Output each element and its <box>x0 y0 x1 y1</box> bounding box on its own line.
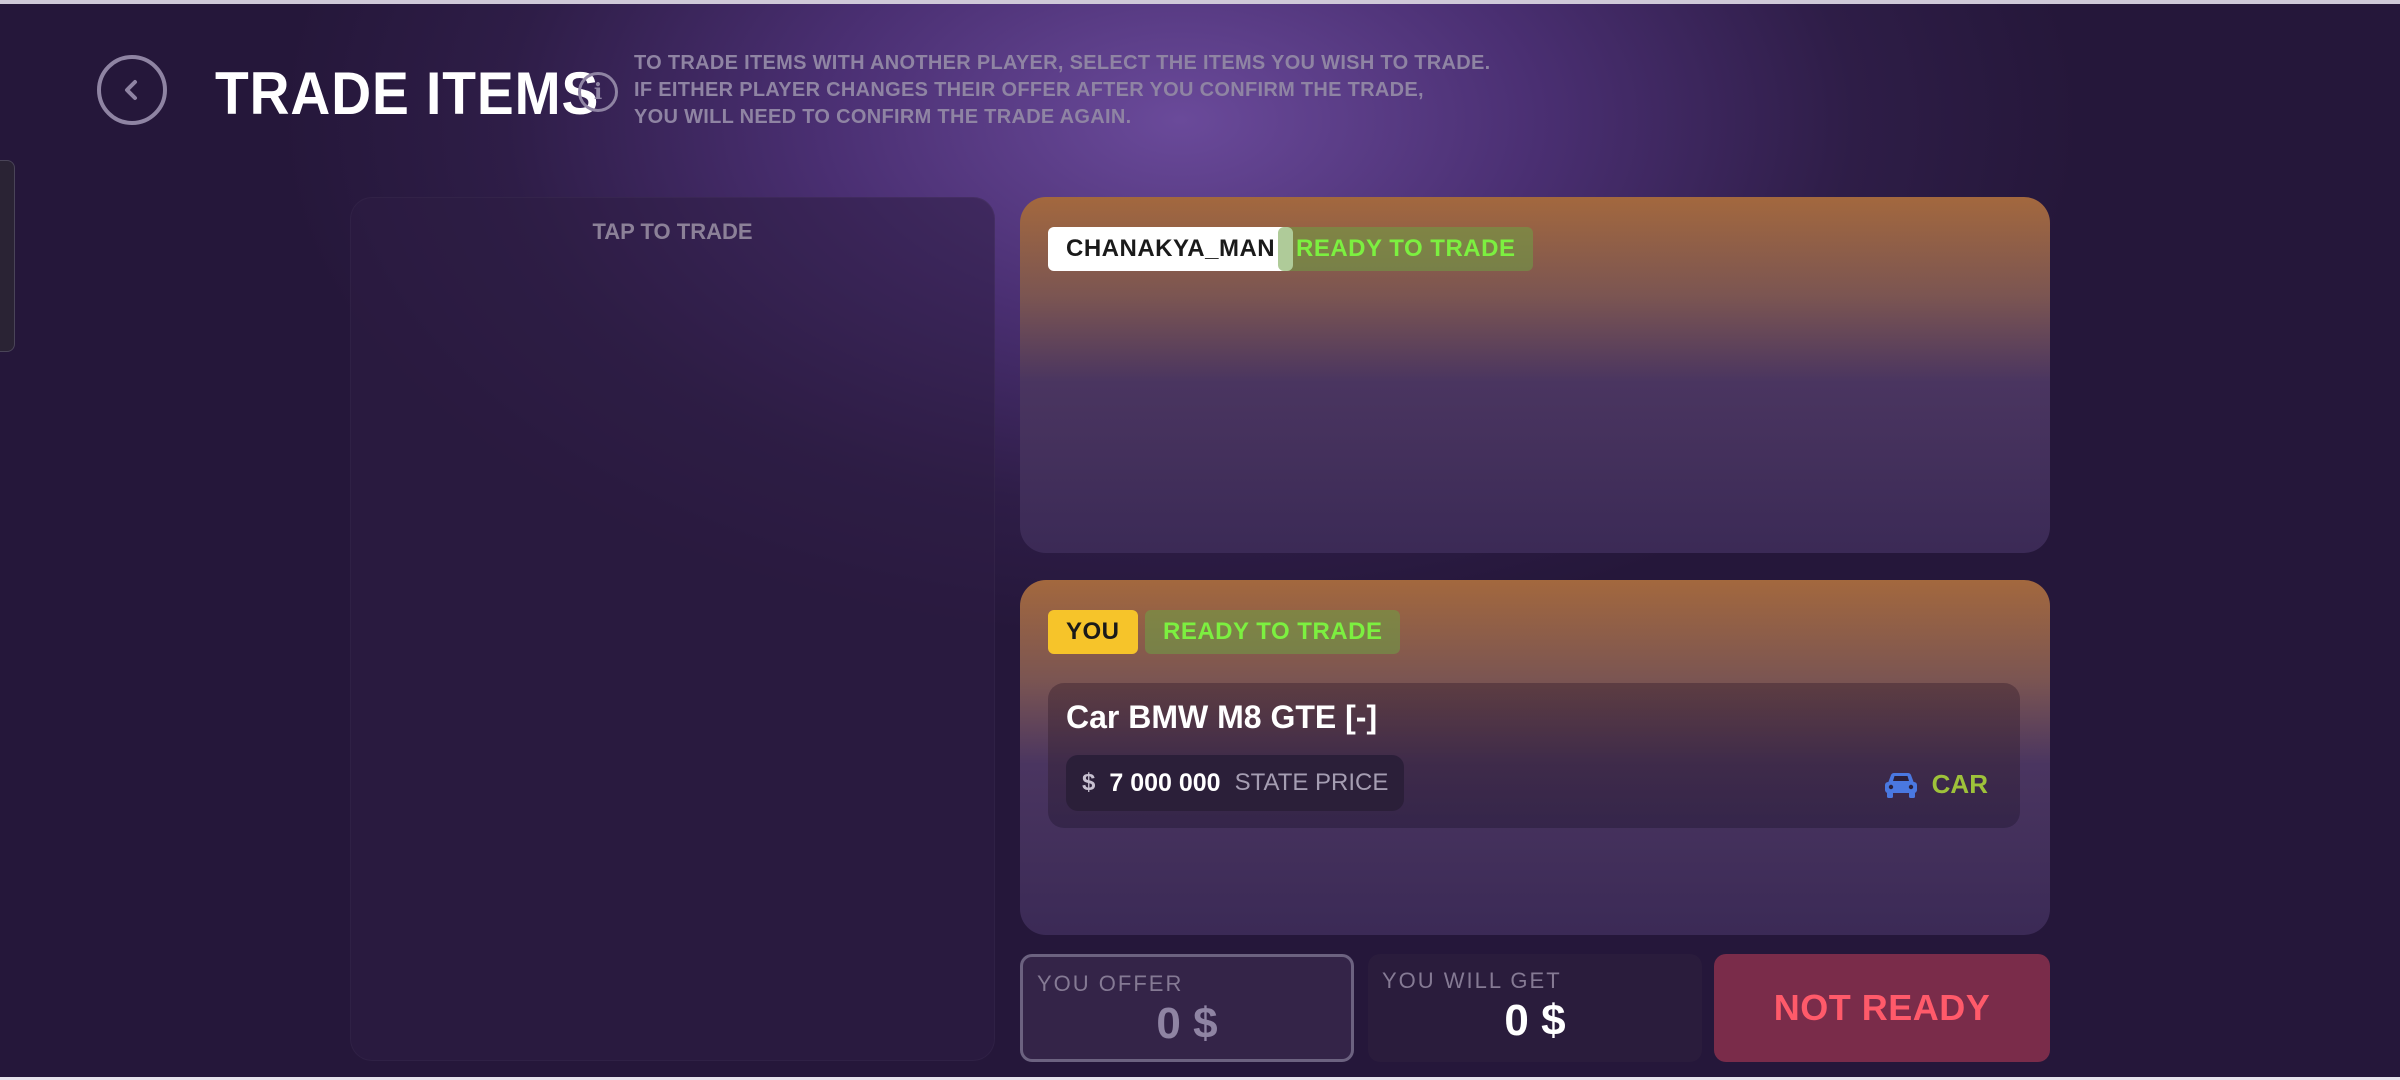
you-offer-box[interactable]: YOU OFFER 0 $ <box>1020 954 1354 1062</box>
partner-offer-panel: CHANAKYA_MAN READY TO TRADE <box>1020 197 2050 553</box>
info-line: IF EITHER PLAYER CHANGES THEIR OFFER AFT… <box>634 79 1424 101</box>
item-type: CAR <box>1882 769 1988 800</box>
your-ready-badge: READY TO TRADE <box>1145 610 1401 654</box>
side-drawer-handle[interactable] <box>0 160 15 352</box>
chevron-left-icon <box>125 80 137 100</box>
you-will-get-box: YOU WILL GET 0 $ <box>1368 954 1702 1062</box>
you-will-get-value: 0 $ <box>1504 996 1566 1045</box>
car-icon <box>1884 772 1917 798</box>
partner-name-tag: CHANAKYA_MAN <box>1048 227 1294 271</box>
item-price: 7 000 000 <box>1109 768 1221 797</box>
top-border <box>0 0 2400 4</box>
currency-symbol: $ <box>1082 769 1096 796</box>
you-tag: YOU <box>1048 610 1138 654</box>
you-offer-value: 0 $ <box>1156 999 1218 1048</box>
you-offer-label: YOU OFFER <box>1037 971 1184 996</box>
tap-to-trade-label: TAP TO TRADE <box>592 219 753 244</box>
partner-ready-badge: READY TO TRADE <box>1278 227 1534 271</box>
info-line: YOU WILL NEED TO CONFIRM THE TRADE AGAIN… <box>634 106 1132 128</box>
price-label: STATE PRICE <box>1234 769 1389 796</box>
trade-item-card[interactable]: Car BMW M8 GTE [-] $ 7 000 000 STATE PRI… <box>1048 683 2020 828</box>
item-name: Car BMW M8 GTE [-] <box>1066 699 1378 735</box>
info-text: TO TRADE ITEMS WITH ANOTHER PLAYER, SELE… <box>634 50 1491 131</box>
not-ready-button[interactable]: NOT READY <box>1714 954 2050 1062</box>
price-pill: $ 7 000 000 STATE PRICE <box>1066 755 1405 811</box>
info-icon: i <box>578 72 618 112</box>
you-will-get-label: YOU WILL GET <box>1382 968 1562 993</box>
back-button[interactable] <box>97 55 167 125</box>
item-type-label: CAR <box>1931 769 1988 799</box>
info-line: TO TRADE ITEMS WITH ANOTHER PLAYER, SELE… <box>634 52 1491 74</box>
your-offer-panel: YOU READY TO TRADE Car BMW M8 GTE [-] $ … <box>1020 580 2050 935</box>
page-title: TRADE ITEMS <box>215 60 600 127</box>
inventory-panel[interactable]: TAP TO TRADE <box>350 197 995 1061</box>
